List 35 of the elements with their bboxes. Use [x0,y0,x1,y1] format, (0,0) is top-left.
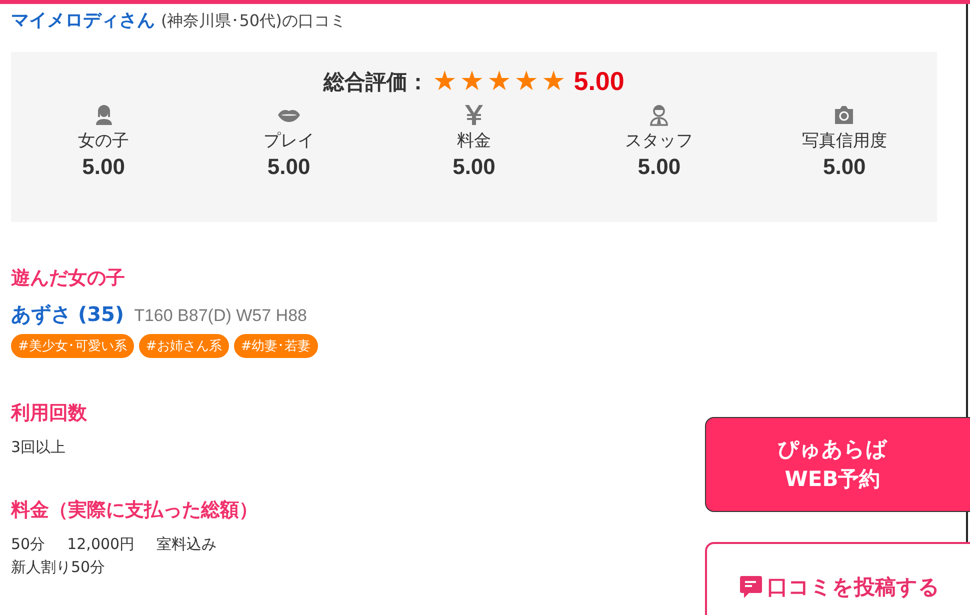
girl-name[interactable]: あずさ (35) [11,301,124,328]
category-score: 5.00 [267,154,310,180]
tag-chip[interactable]: #お姉さん系 [138,334,229,358]
speech-bubble-icon [739,574,763,600]
star-icon: ★ [542,68,566,95]
usage-count: 3回以上 [11,438,66,457]
web-reservation-button[interactable]: ぴゅあらば WEB予約 [705,417,970,512]
category-label: スタッフ [625,130,694,152]
star-icon: ★ [487,68,512,95]
overall-rating-label: 総合評価： [324,68,429,96]
category-score: 5.00 [452,154,496,180]
price-detail: 12,000円 [67,535,135,554]
price-detail: 50分 [11,535,46,554]
category-score: 5.00 [82,154,125,180]
girl-measurements: T160 B87(D) W57 H88 [134,306,307,326]
section-heading: 遊んだ女の子 [11,266,125,291]
category-score: 5.00 [638,154,681,180]
overall-score: 5.00 [574,66,624,97]
price-detail: 室料込み [156,535,217,554]
star-icon: ★ [460,68,484,95]
tag-chip[interactable]: #美少女･可愛い系 [11,334,134,358]
tag-chip[interactable]: #幼妻･若妻 [234,334,318,358]
post-review-button[interactable]: 口コミを投稿する [705,542,970,615]
category-label: 写真信用度 [802,130,887,152]
reviewer-info: (神奈川県･50代)の口コミ [161,11,346,32]
reviewer-name[interactable]: マイメロディさん [11,8,155,32]
price-detail: 新人割り50分 [11,558,106,577]
star-icon: ★ [432,68,457,95]
category-score: 5.00 [822,154,866,180]
category-label: 料金 [456,130,491,152]
category-label: 女の子 [78,130,130,152]
category-label: プレイ [263,130,314,152]
section-heading: 利用回数 [11,401,87,426]
star-icon: ★ [514,68,539,95]
section-heading: 料金（実際に支払った総額） [11,498,258,523]
